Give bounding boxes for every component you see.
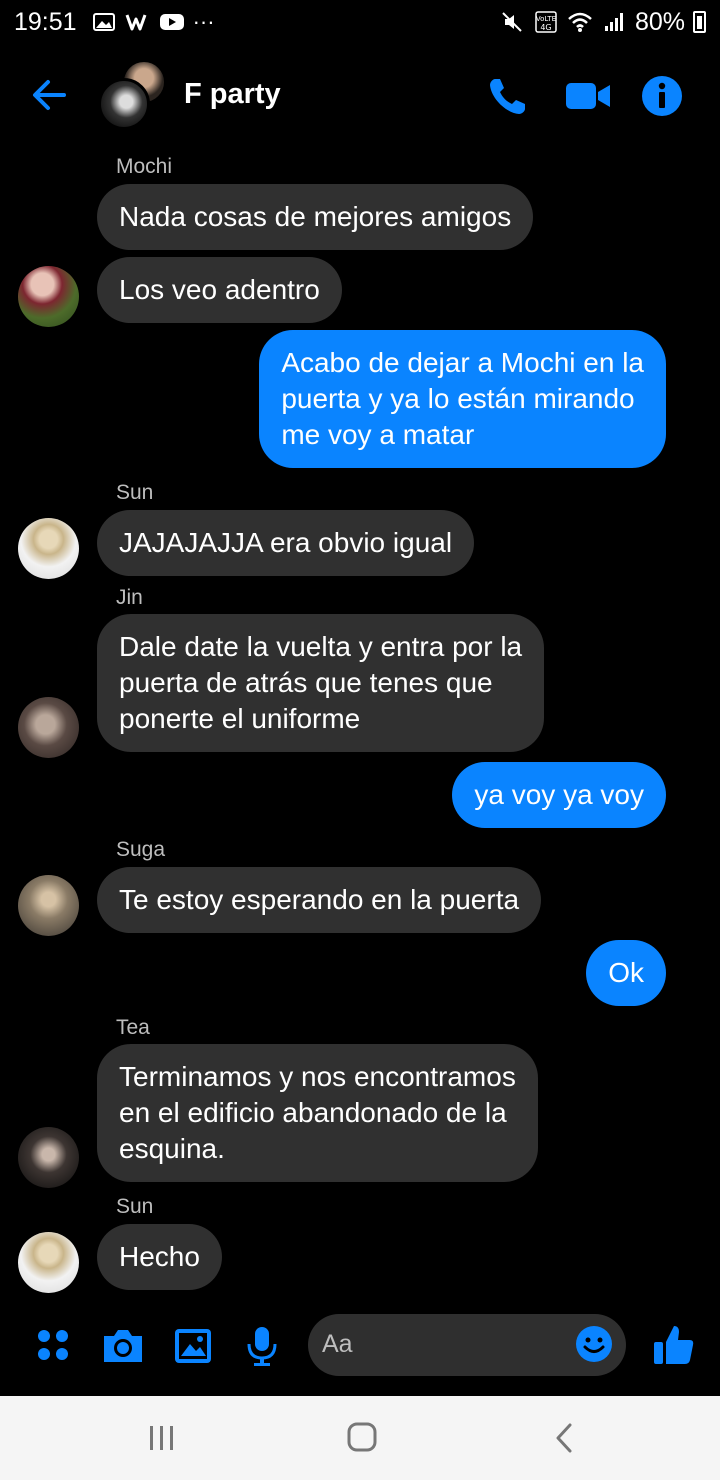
- group-avatar[interactable]: [98, 60, 170, 132]
- member-avatar: [98, 78, 150, 130]
- message-composer: Aa: [0, 1310, 720, 1394]
- sender-name: Sun: [116, 481, 154, 504]
- incoming-message[interactable]: JAJAJAJJA era obvio igual: [97, 510, 475, 576]
- incoming-message[interactable]: Nada cosas de mejores amigos: [97, 184, 534, 250]
- sender-name: Tea: [116, 1016, 150, 1039]
- gallery-icon[interactable]: [172, 1324, 216, 1368]
- outgoing-message[interactable]: Ok: [586, 940, 666, 1006]
- chat-header: F party: [0, 44, 720, 148]
- video-camera-icon[interactable]: [564, 74, 610, 118]
- incoming-message[interactable]: Te estoy esperando en la puerta: [97, 867, 542, 933]
- battery-icon: [693, 11, 706, 33]
- sender-avatar[interactable]: [18, 266, 79, 327]
- sender-avatar[interactable]: [18, 697, 79, 758]
- camera-icon[interactable]: [100, 1324, 144, 1368]
- incoming-message[interactable]: Hecho: [97, 1224, 222, 1290]
- recent-apps-icon[interactable]: [142, 1420, 182, 1456]
- back-icon[interactable]: [546, 1420, 586, 1456]
- incoming-message[interactable]: Terminamos y nos encontramos en el edifi…: [97, 1044, 538, 1182]
- svg-text:4G: 4G: [540, 23, 551, 32]
- w-app-icon: [125, 11, 151, 33]
- message-input-placeholder: Aa: [322, 1330, 353, 1358]
- sender-avatar[interactable]: [18, 875, 79, 936]
- sender-avatar[interactable]: [18, 518, 79, 579]
- mute-icon: [499, 11, 525, 33]
- svg-text:VoLTE: VoLTE: [536, 15, 556, 23]
- incoming-message[interactable]: Los veo adentro: [97, 257, 342, 323]
- sender-name: Jin: [116, 586, 143, 609]
- chat-title[interactable]: F party: [184, 78, 281, 111]
- more-notifications: ···: [192, 9, 215, 34]
- sender-name: Mochi: [116, 155, 173, 178]
- volte-4g-icon: VoLTE 4G: [533, 11, 559, 33]
- sender-name: Sun: [116, 1195, 154, 1218]
- youtube-icon: [159, 11, 185, 33]
- image-icon: [91, 11, 117, 33]
- status-bar: 19:51 ··· VoLTE 4G 80%: [0, 0, 720, 44]
- thumbs-up-icon[interactable]: [652, 1322, 696, 1366]
- outgoing-message[interactable]: Acabo de dejar a Mochi en la puerta y ya…: [259, 330, 666, 468]
- sender-avatar[interactable]: [18, 1127, 79, 1188]
- microphone-icon[interactable]: [242, 1324, 286, 1368]
- sender-avatar[interactable]: [18, 1232, 79, 1293]
- back-arrow-icon[interactable]: [28, 74, 70, 116]
- info-icon[interactable]: [640, 74, 684, 118]
- home-icon[interactable]: [342, 1420, 382, 1456]
- phone-icon[interactable]: [486, 74, 530, 118]
- sender-name: Suga: [116, 838, 166, 861]
- message-input[interactable]: Aa: [308, 1314, 626, 1376]
- incoming-message[interactable]: Dale date la vuelta y entra por la puert…: [97, 614, 545, 752]
- status-time: 19:51: [14, 7, 77, 36]
- wifi-icon: [567, 11, 593, 33]
- outgoing-message[interactable]: ya voy ya voy: [452, 762, 666, 828]
- emoji-icon[interactable]: [574, 1324, 614, 1364]
- battery-percent: 80%: [634, 7, 685, 36]
- apps-icon[interactable]: [32, 1324, 76, 1368]
- signal-icon: [601, 11, 627, 33]
- system-navigation-bar: [0, 1396, 720, 1480]
